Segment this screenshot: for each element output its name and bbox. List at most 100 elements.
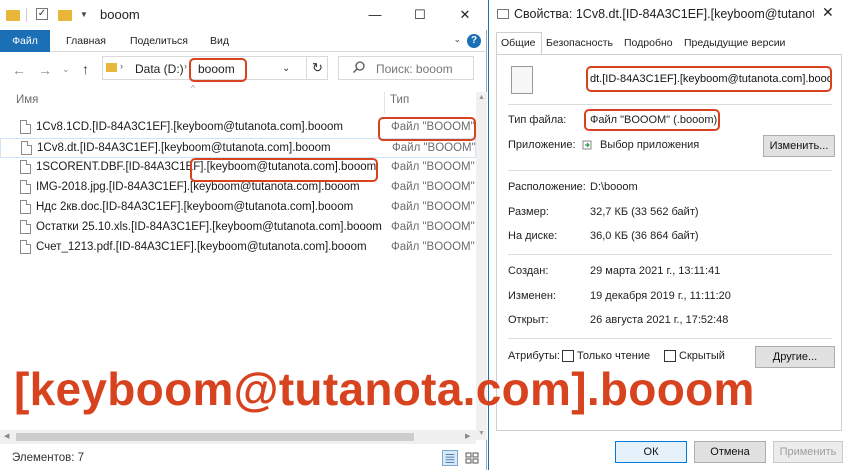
size-label: Размер: <box>508 206 549 218</box>
file-name: IMG-2018.jpg.[ID-84A3C1EF].[keyboom@tuta… <box>36 181 360 193</box>
file-icon <box>20 240 31 254</box>
divider <box>508 338 832 339</box>
apply-button[interactable]: Применить <box>773 441 843 463</box>
file-row[interactable]: Ндс 2кв.doc.[ID-84A3C1EF].[keyboom@tutan… <box>0 198 476 218</box>
folder-icon <box>6 10 20 21</box>
modified-label: Изменен: <box>508 290 556 302</box>
file-row[interactable]: Счет_1213.pdf.[ID-84A3C1EF].[keyboom@tut… <box>0 238 476 258</box>
app-value: Выбор приложения <box>600 139 700 151</box>
divider <box>508 170 832 171</box>
hidden-checkbox[interactable] <box>664 350 676 362</box>
file-icon <box>497 9 509 19</box>
modified-value: 19 декабря 2019 г., 11:11:20 <box>590 290 731 302</box>
chevron-right-icon[interactable]: › <box>120 61 123 71</box>
tab-previous-versions[interactable]: Предыдущие версии <box>684 37 785 49</box>
file-name: 1Cv8.1CD.[ID-84A3C1EF].[keyboom@tutanota… <box>36 121 343 133</box>
search-icon <box>353 61 365 73</box>
highlight-box <box>190 158 378 182</box>
new-folder-icon[interactable] <box>58 10 72 21</box>
details-view-icon[interactable] <box>442 450 458 466</box>
disk-label: На диске: <box>508 230 558 242</box>
tab-share[interactable]: Поделиться <box>130 30 188 52</box>
file-icon <box>20 180 31 194</box>
up-arrow-icon[interactable]: ↑ <box>82 61 89 77</box>
column-type-header[interactable]: Тип <box>390 94 409 106</box>
created-value: 29 марта 2021 г., 13:11:41 <box>590 265 721 277</box>
attributes-label: Атрибуты: <box>508 350 560 362</box>
opened-value: 26 августа 2021 г., 17:52:48 <box>590 314 729 326</box>
dialog-title: Свойства: 1Cv8.dt.[ID-84A3C1EF].[keyboom… <box>514 7 814 21</box>
chevron-down-icon[interactable]: ⌄ <box>282 63 290 74</box>
cancel-button[interactable]: Отмена <box>694 441 766 463</box>
tab-general[interactable]: Общие <box>501 37 536 49</box>
file-icon <box>20 160 31 174</box>
divider <box>508 104 832 105</box>
back-arrow-icon[interactable]: ← <box>12 62 26 78</box>
tab-details[interactable]: Подробно <box>624 37 673 49</box>
file-type: Файл "BOOOM" <box>391 241 475 253</box>
highlight-box <box>586 66 832 92</box>
ok-button[interactable]: ОК <box>615 441 687 463</box>
file-row[interactable]: Остатки 25.10.xls.[ID-84A3C1EF].[keyboom… <box>0 218 476 238</box>
column-name-header[interactable]: Имя <box>16 94 38 106</box>
highlight-box <box>584 109 720 131</box>
scroll-left-icon[interactable]: ◀ <box>4 432 9 440</box>
scroll-down-icon[interactable]: ▼ <box>478 430 485 437</box>
help-icon[interactable]: ? <box>467 34 481 48</box>
file-icon <box>511 66 533 94</box>
file-row[interactable]: 1Cv8.dt.[ID-84A3C1EF].[keyboom@tutanota.… <box>0 138 476 158</box>
forward-arrow-icon[interactable]: → <box>38 62 52 78</box>
app-label: Приложение: <box>508 139 576 151</box>
file-name: Ндс 2кв.doc.[ID-84A3C1EF].[keyboom@tutan… <box>36 201 354 213</box>
scroll-right-icon[interactable]: ▶ <box>465 432 470 440</box>
scrollbar-thumb[interactable] <box>16 433 414 441</box>
refresh-icon[interactable]: ↻ <box>306 56 328 80</box>
divider <box>26 8 27 22</box>
file-icon <box>20 120 31 134</box>
highlight-box <box>378 117 476 141</box>
file-icon <box>21 141 32 155</box>
minimize-button[interactable]: — <box>355 4 395 26</box>
close-button[interactable]: ✕ <box>445 4 485 26</box>
item-count: Элементов: 7 <box>12 452 85 464</box>
location-label: Расположение: <box>508 181 586 193</box>
sort-up-icon: ^ <box>191 84 195 93</box>
file-icon <box>20 220 31 234</box>
readonly-label: Только чтение <box>577 350 651 362</box>
readonly-checkbox[interactable] <box>562 350 574 362</box>
breadcrumb-drive[interactable]: Data (D:) <box>135 62 184 76</box>
divider <box>508 254 832 255</box>
type-label: Тип файла: <box>508 114 567 126</box>
file-type: Файл "BOOOM" <box>391 221 475 233</box>
close-button[interactable]: ✕ <box>822 4 834 21</box>
file-name: Счет_1213.pdf.[ID-84A3C1EF].[keyboom@tut… <box>36 241 367 253</box>
recent-chevron-icon[interactable]: ⌄ <box>62 64 70 75</box>
chevron-down-icon[interactable]: ▼ <box>80 10 88 24</box>
tab-security[interactable]: Безопасность <box>546 37 613 49</box>
maximize-button[interactable]: ☐ <box>400 4 440 26</box>
disk-value: 36,0 КБ (36 864 байт) <box>590 230 699 242</box>
tab-home[interactable]: Главная <box>66 30 106 52</box>
scroll-up-icon[interactable]: ▲ <box>478 94 485 101</box>
chevron-right-icon[interactable]: › <box>184 61 187 71</box>
created-label: Создан: <box>508 265 549 277</box>
chevron-down-icon[interactable]: ⌄ <box>453 34 461 45</box>
tab-view[interactable]: Вид <box>210 30 229 52</box>
file-type: Файл "BOOOM" <box>391 161 475 173</box>
folder-icon <box>106 63 117 72</box>
opened-label: Открыт: <box>508 314 549 326</box>
location-value: D:\booom <box>590 181 638 193</box>
tiles-view-icon[interactable] <box>464 450 480 466</box>
window-title: booom <box>100 7 140 22</box>
change-button[interactable]: Изменить... <box>763 135 835 157</box>
ribbon-tabs: Файл Главная Поделиться Вид ⌄ ? <box>0 30 487 52</box>
file-type: Файл "BOOOM" <box>391 181 475 193</box>
tab-file[interactable]: Файл <box>0 30 50 52</box>
properties-check-icon[interactable]: ✓ <box>36 8 48 20</box>
search-placeholder: Поиск: booom <box>376 62 453 76</box>
other-attributes-button[interactable]: Другие... <box>755 346 835 368</box>
hidden-label: Скрытый <box>679 350 725 362</box>
column-divider[interactable] <box>384 92 385 114</box>
file-type: Файл "BOOOM" <box>392 142 476 154</box>
open-with-icon <box>582 140 592 150</box>
